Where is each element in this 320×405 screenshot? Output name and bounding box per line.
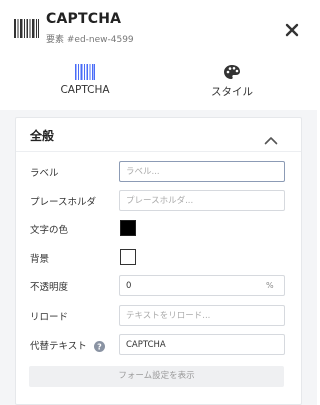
field-label: 文字の色 <box>30 225 69 236</box>
panel-title: CAPTCHA <box>46 11 122 27</box>
panel-header: CAPTCHA 要素 #ed-new-4599 <box>0 0 317 58</box>
tab-captcha[interactable]: CAPTCHA <box>10 58 160 108</box>
text-color-row: 文字の色 <box>30 218 290 240</box>
chevron-up-icon[interactable] <box>264 130 278 145</box>
tab-style[interactable]: スタイル <box>157 58 307 108</box>
field-label: 背景 <box>30 254 50 265</box>
show-form-settings-button[interactable]: フォーム設定を表示 <box>29 366 284 387</box>
opacity-input[interactable] <box>119 275 285 296</box>
reload-input[interactable] <box>119 305 285 326</box>
barcode-icon <box>14 19 39 38</box>
properties-panel: CAPTCHA 要素 #ed-new-4599 CAPTCHA スタイル 全般 … <box>0 0 317 405</box>
background-row: 背景 <box>30 247 290 269</box>
placeholder-input[interactable] <box>119 190 285 211</box>
close-icon[interactable] <box>282 20 302 40</box>
section-title: 全般 <box>30 129 55 143</box>
field-label: ラベル <box>30 168 59 179</box>
general-section: 全般 ラベル プレースホルダ 文字の色 背景 <box>15 117 302 405</box>
svg-text:?: ? <box>97 342 102 351</box>
placeholder-row: プレースホルダ <box>30 190 290 212</box>
label-row: ラベル <box>30 161 290 183</box>
tab-label: CAPTCHA <box>60 84 110 96</box>
unit-label: % <box>266 281 274 290</box>
barcode-icon <box>75 64 95 80</box>
tab-label: スタイル <box>211 86 253 98</box>
help-icon[interactable]: ? <box>94 337 105 352</box>
reload-row: リロード <box>30 305 290 327</box>
field-label: 代替テキスト <box>30 341 87 352</box>
background-color-swatch[interactable] <box>120 249 136 265</box>
field-label: プレースホルダ <box>30 197 97 208</box>
label-input[interactable] <box>119 161 285 182</box>
field-label: 不透明度 <box>30 282 69 293</box>
opacity-row: 不透明度 % <box>30 275 290 297</box>
field-label: リロード <box>30 312 69 323</box>
palette-icon <box>222 64 242 80</box>
section-header[interactable]: 全般 <box>16 118 301 151</box>
alt-text-input[interactable] <box>119 334 285 355</box>
element-id: 要素 #ed-new-4599 <box>46 35 134 45</box>
tab-bar: CAPTCHA スタイル <box>0 58 317 110</box>
text-color-swatch[interactable] <box>120 220 136 236</box>
alt-text-row: 代替テキスト ? <box>30 334 290 356</box>
divider <box>16 151 301 152</box>
